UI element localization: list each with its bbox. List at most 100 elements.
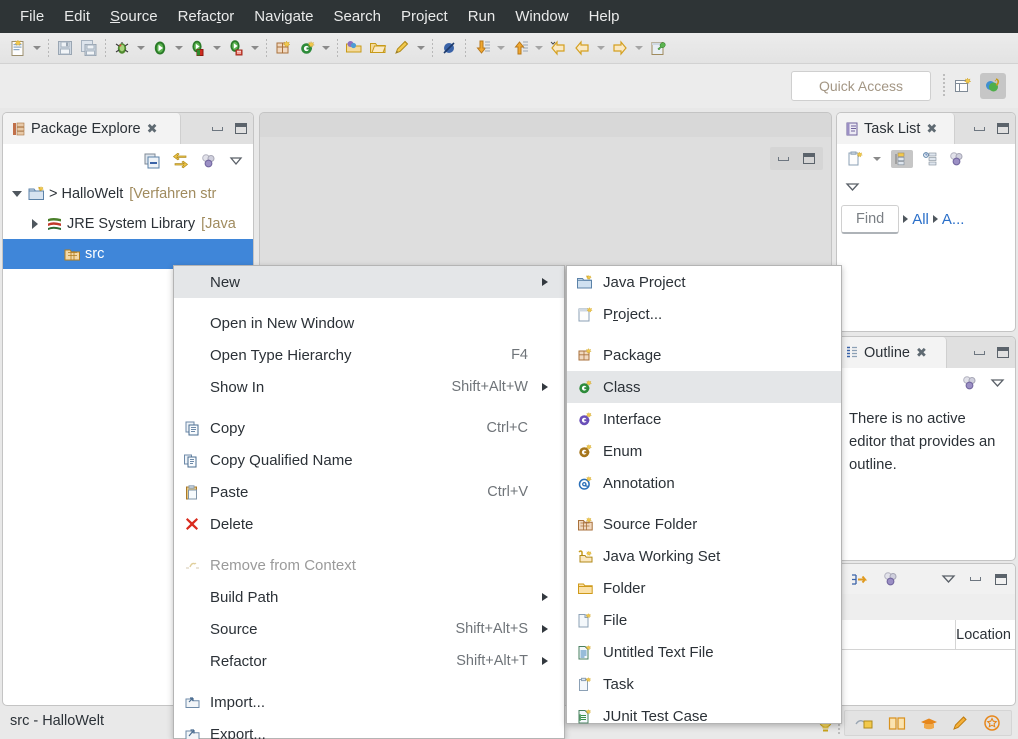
dropdown-arrow-icon[interactable] [30, 35, 44, 61]
categorized-mode-icon[interactable] [891, 150, 913, 168]
open-perspective-icon[interactable] [950, 73, 976, 99]
menu-item-paste[interactable]: PasteCtrl+V [174, 476, 564, 508]
minimize-icon[interactable] [778, 157, 789, 161]
menu-run[interactable]: Run [458, 5, 506, 28]
menu-file[interactable]: File [10, 5, 54, 28]
menu-item-import[interactable]: Import... [174, 686, 564, 718]
menu-search[interactable]: Search [323, 5, 391, 28]
menu-item-untitled-text-file[interactable]: Untitled Text File [567, 636, 841, 668]
menu-item-delete[interactable]: Delete [174, 508, 564, 540]
menu-item-build-path[interactable]: Build Path [174, 581, 564, 613]
dropdown-arrow-icon[interactable] [632, 35, 646, 61]
dropdown-arrow-icon[interactable] [134, 35, 148, 61]
marker-icon[interactable] [390, 35, 414, 61]
scheduled-mode-icon[interactable] [923, 152, 939, 166]
new-submenu[interactable]: Java ProjectProject... PackageClassInterf… [566, 265, 842, 724]
menu-item-java-working-set[interactable]: Java Working Set [567, 540, 841, 572]
dropdown-arrow-icon[interactable] [210, 35, 224, 61]
filter-all-link[interactable]: All [912, 211, 929, 228]
chevron-right-icon[interactable] [27, 219, 43, 229]
maximize-icon[interactable] [997, 123, 1009, 134]
close-icon[interactable]: ✖ [926, 121, 937, 137]
problems-column-location[interactable]: Location [955, 620, 1015, 649]
focus-on-selection-icon[interactable] [851, 572, 869, 587]
menu-navigate[interactable]: Navigate [244, 5, 323, 28]
menu-edit[interactable]: Edit [54, 5, 100, 28]
link-with-editor-icon[interactable] [172, 153, 189, 169]
menu-item-file[interactable]: File [567, 604, 841, 636]
filter-activate-link[interactable]: A... [942, 211, 965, 228]
dropdown-arrow-icon[interactable] [414, 35, 428, 61]
previous-edit-icon[interactable] [570, 35, 594, 61]
dropdown-arrow-icon[interactable] [319, 35, 333, 61]
view-menu-icon[interactable] [201, 153, 217, 169]
task-list-body[interactable] [837, 238, 1015, 310]
menu-item-class[interactable]: Class [567, 371, 841, 403]
menu-item-annotation[interactable]: Annotation [567, 467, 841, 499]
menu-item-package[interactable]: Package [567, 339, 841, 371]
coverage-icon[interactable] [224, 35, 248, 61]
menu-item-source[interactable]: SourceShift+Alt+S [174, 613, 564, 645]
find-button[interactable]: Find [841, 205, 899, 234]
minimize-icon[interactable] [212, 127, 223, 131]
open-type-icon[interactable] [342, 35, 366, 61]
menu-item-copy[interactable]: CopyCtrl+C [174, 412, 564, 444]
maximize-icon[interactable] [803, 153, 815, 164]
tab-outline[interactable]: Outline ✖ [837, 337, 947, 368]
run-external-tools-icon[interactable] [186, 35, 210, 61]
package-explorer-tree[interactable]: > HalloWelt[Verfahren strJRE System Libr… [3, 177, 253, 269]
graduate-icon[interactable] [920, 716, 938, 731]
new-wizard-icon[interactable] [6, 35, 30, 61]
menu-item-open-in-new-window[interactable]: Open in New Window [174, 307, 564, 339]
menu-item-source-folder[interactable]: Source Folder [567, 508, 841, 540]
java-perspective-icon[interactable] [980, 73, 1006, 99]
run-icon[interactable] [148, 35, 172, 61]
new-java-package-icon[interactable] [271, 35, 295, 61]
view-menu-icon[interactable] [883, 571, 899, 587]
new-annotation-icon[interactable] [646, 35, 670, 61]
menu-project[interactable]: Project [391, 5, 458, 28]
menu-item-interface[interactable]: Interface [567, 403, 841, 435]
step-into-icon[interactable] [470, 35, 494, 61]
menu-window[interactable]: Window [505, 5, 578, 28]
menu-item-project[interactable]: Project... [567, 298, 841, 330]
menu-item-java-project[interactable]: Java Project [567, 266, 841, 298]
view-dropdown-icon[interactable] [941, 573, 956, 585]
new-task-icon[interactable] [847, 151, 863, 167]
context-menu[interactable]: New Open in New WindowOpen Type Hierarchy… [173, 265, 565, 739]
menu-item-open-type-hierarchy[interactable]: Open Type HierarchyF4 [174, 339, 564, 371]
minimize-icon[interactable] [970, 577, 981, 581]
view-menu-icon[interactable] [949, 151, 965, 167]
menu-item-show-in[interactable]: Show InShift+Alt+W [174, 371, 564, 403]
view-dropdown-icon[interactable] [990, 377, 1005, 389]
quick-access-input[interactable]: Quick Access [791, 71, 931, 101]
step-return-icon[interactable] [508, 35, 532, 61]
skip-breakpoints-icon[interactable] [437, 35, 461, 61]
dropdown-arrow-icon[interactable] [594, 35, 608, 61]
minimize-icon[interactable] [974, 127, 985, 131]
minimize-icon[interactable] [974, 351, 985, 355]
menu-help[interactable]: Help [579, 5, 630, 28]
menu-item-export[interactable]: Export... [174, 718, 564, 739]
menu-item-enum[interactable]: Enum [567, 435, 841, 467]
tree-item[interactable]: > HalloWelt[Verfahren str [3, 179, 253, 209]
menu-refactor[interactable]: Refactor [168, 5, 245, 28]
debug-icon[interactable] [110, 35, 134, 61]
menu-item-task[interactable]: Task [567, 668, 841, 700]
dropdown-arrow-icon[interactable] [873, 157, 881, 161]
maximize-icon[interactable] [995, 574, 1007, 585]
back-history-icon[interactable] [546, 35, 570, 61]
tree-item[interactable]: JRE System Library[Java [3, 209, 253, 239]
menu-item-refactor[interactable]: RefactorShift+Alt+T [174, 645, 564, 677]
menu-item-new[interactable]: New [174, 266, 564, 298]
new-java-class-icon[interactable] [295, 35, 319, 61]
pencil-icon[interactable] [952, 715, 969, 731]
open-task-icon[interactable] [366, 35, 390, 61]
dropdown-arrow-icon[interactable] [172, 35, 186, 61]
chevron-down-icon[interactable] [9, 191, 25, 197]
view-dropdown-icon[interactable] [229, 155, 243, 167]
menu-item-copy-qualified-name[interactable]: Copy Qualified Name [174, 444, 564, 476]
tab-package-explorer[interactable]: Package Explore ✖ [3, 113, 181, 144]
map-icon[interactable] [888, 716, 906, 731]
next-edit-icon[interactable] [608, 35, 632, 61]
